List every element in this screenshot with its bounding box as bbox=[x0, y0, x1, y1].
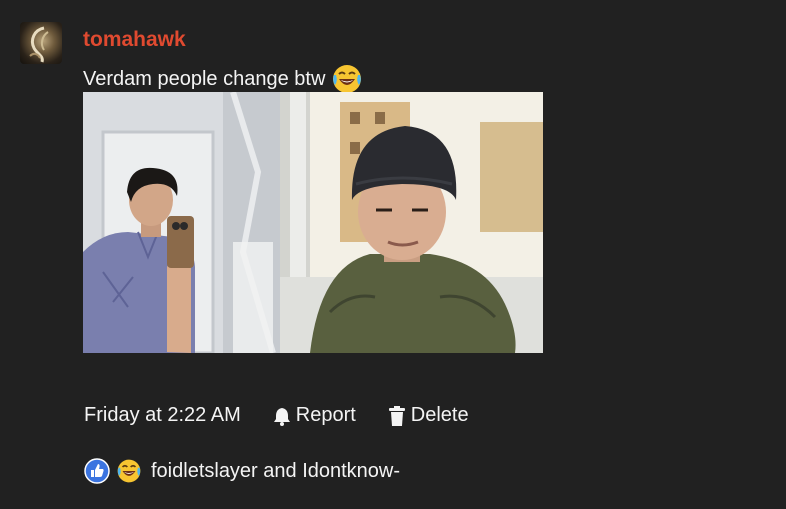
post-timestamp[interactable]: Friday at 2:22 AM bbox=[84, 404, 241, 427]
avatar-image bbox=[29, 26, 49, 63]
photo-attachment[interactable] bbox=[83, 92, 543, 353]
like-icon[interactable] bbox=[84, 458, 110, 484]
trash-icon bbox=[388, 405, 405, 426]
photo-right[interactable] bbox=[280, 92, 543, 353]
message-text: Verdam people change btw bbox=[83, 63, 363, 95]
delete-button[interactable]: Delete bbox=[386, 404, 469, 427]
avatar[interactable] bbox=[20, 22, 62, 64]
photo-left[interactable] bbox=[83, 92, 280, 353]
report-button[interactable]: Report bbox=[271, 404, 356, 427]
username[interactable]: tomahawk bbox=[83, 28, 186, 52]
joy-emoji-icon bbox=[333, 65, 362, 93]
post-meta: Friday at 2:22 AM Report Delete bbox=[84, 404, 499, 427]
message-body: Verdam people change btw bbox=[83, 67, 326, 90]
beanie-selfie-image bbox=[280, 92, 543, 353]
mirror-selfie-image bbox=[83, 92, 280, 353]
bell-icon bbox=[273, 407, 290, 426]
report-label: Report bbox=[295, 404, 356, 426]
reaction-users[interactable]: foidletslayer and Idontknow- bbox=[151, 460, 400, 483]
delete-label: Delete bbox=[410, 404, 469, 426]
joy-emoji-icon[interactable] bbox=[116, 458, 142, 484]
reactions-bar[interactable]: foidletslayer and Idontknow- bbox=[84, 458, 400, 484]
